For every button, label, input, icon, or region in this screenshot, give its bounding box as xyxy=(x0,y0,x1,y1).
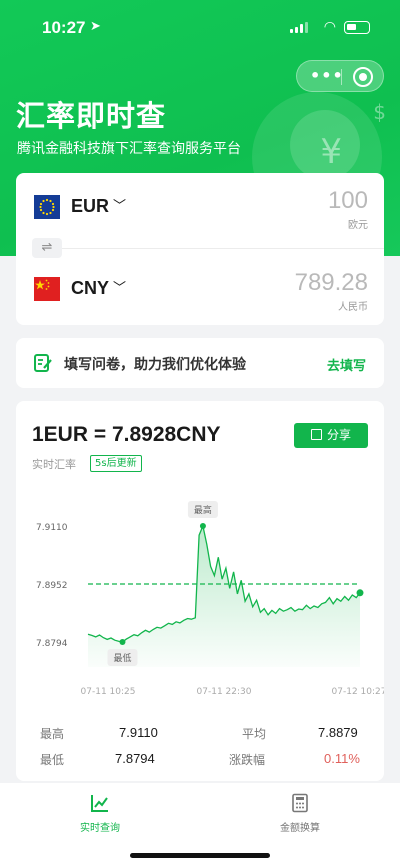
from-currency-code[interactable]: EUR xyxy=(71,196,109,217)
y-tick-label: 7.9110 xyxy=(36,523,68,533)
change-value: 0.11% xyxy=(324,751,360,766)
low-point-marker xyxy=(119,639,126,645)
exchange-rate-value: 1EUR = 7.8928CNY xyxy=(32,423,221,446)
dollar-coin-icon: $ xyxy=(373,100,386,124)
refresh-countdown-badge: 5s后更新 xyxy=(90,455,142,472)
x-tick-label: 07-11 22:30 xyxy=(197,687,252,697)
low-value: 7.8794 xyxy=(115,751,155,766)
low-label: 最低 xyxy=(40,753,65,767)
divider xyxy=(32,248,384,249)
close-target-icon[interactable] xyxy=(353,67,373,87)
tab-realtime-query[interactable]: 实时查询 xyxy=(40,793,160,834)
live-rate-label: 实时汇率 xyxy=(32,458,76,471)
currency-converter-card: EUR ﹀ 100 欧元 ⇌ CNY ﹀ 789.28 人民币 xyxy=(16,173,384,325)
exchange-rate-card: 1EUR = 7.8928CNY 分享 实时汇率 5s后更新 7.9110 7.8… xyxy=(16,401,384,781)
current-point-marker xyxy=(356,589,364,597)
chevron-down-icon[interactable]: ﹀ xyxy=(113,195,126,214)
wifi-icon: ◠ xyxy=(323,19,336,35)
rate-line-chart[interactable]: 7.9110 7.8952 7.8794 07-11 10:25 07-11 22:30… xyxy=(16,491,384,701)
home-indicator xyxy=(130,853,270,858)
from-currency-unit: 欧元 xyxy=(348,220,368,231)
location-arrow-icon: ➤ xyxy=(90,19,101,34)
tab-label: 金额换算 xyxy=(280,823,320,834)
high-point-marker xyxy=(199,523,206,529)
low-point-label: 最低 xyxy=(113,652,131,664)
page-title: 汇率即时查 xyxy=(16,99,167,133)
high-label: 最高 xyxy=(40,727,65,741)
cellular-signal-icon xyxy=(290,22,308,33)
to-currency-row[interactable]: CNY ﹀ 789.28 人民币 xyxy=(16,265,384,327)
share-button[interactable]: 分享 xyxy=(294,423,368,448)
status-time: 10:27 xyxy=(42,18,86,37)
edit-form-icon xyxy=(34,354,52,372)
average-value: 7.8879 xyxy=(318,725,358,740)
share-label: 分享 xyxy=(326,428,351,442)
eu-flag-icon xyxy=(34,195,60,219)
china-flag-icon xyxy=(34,277,60,301)
mini-program-capsule[interactable]: ••• xyxy=(296,60,384,92)
survey-fill-link[interactable]: 去填写 xyxy=(327,355,366,374)
change-label: 涨跌幅 xyxy=(229,753,266,767)
high-value: 7.9110 xyxy=(119,725,158,740)
to-amount-value[interactable]: 789.28 xyxy=(295,269,368,297)
more-menu-icon[interactable]: ••• xyxy=(310,68,344,84)
page-subtitle: 腾讯金融科技旗下汇率查询服务平台 xyxy=(17,141,241,157)
y-tick-label: 7.8952 xyxy=(36,581,68,591)
yen-coin-icon: ¥ xyxy=(320,132,342,172)
share-icon xyxy=(310,429,322,440)
x-tick-label: 07-12 10:27 xyxy=(332,687,384,697)
calculator-icon xyxy=(292,793,308,813)
chart-area-fill xyxy=(88,526,360,667)
from-currency-row[interactable]: EUR ﹀ 100 欧元 xyxy=(16,183,384,245)
average-label: 平均 xyxy=(242,727,267,741)
x-tick-label: 07-11 10:25 xyxy=(81,687,136,697)
y-tick-label: 7.8794 xyxy=(36,639,68,649)
to-currency-code[interactable]: CNY xyxy=(71,278,109,299)
tab-label: 实时查询 xyxy=(80,823,120,834)
capsule-divider xyxy=(341,69,342,85)
survey-banner[interactable]: 填写问卷，助力我们优化体验 去填写 xyxy=(16,338,384,388)
high-point-label: 最高 xyxy=(194,504,212,516)
battery-icon xyxy=(344,21,370,34)
survey-text: 填写问卷，助力我们优化体验 xyxy=(64,357,246,373)
from-amount-input[interactable]: 100 xyxy=(328,187,368,215)
status-bar: 10:27 ➤ ◠ xyxy=(0,0,400,50)
chevron-down-icon[interactable]: ﹀ xyxy=(113,277,126,296)
swap-icon[interactable]: ⇌ xyxy=(32,238,62,258)
to-currency-unit: 人民币 xyxy=(338,302,368,313)
line-chart-icon xyxy=(91,795,108,812)
tab-amount-conversion[interactable]: 金额换算 xyxy=(240,793,360,834)
